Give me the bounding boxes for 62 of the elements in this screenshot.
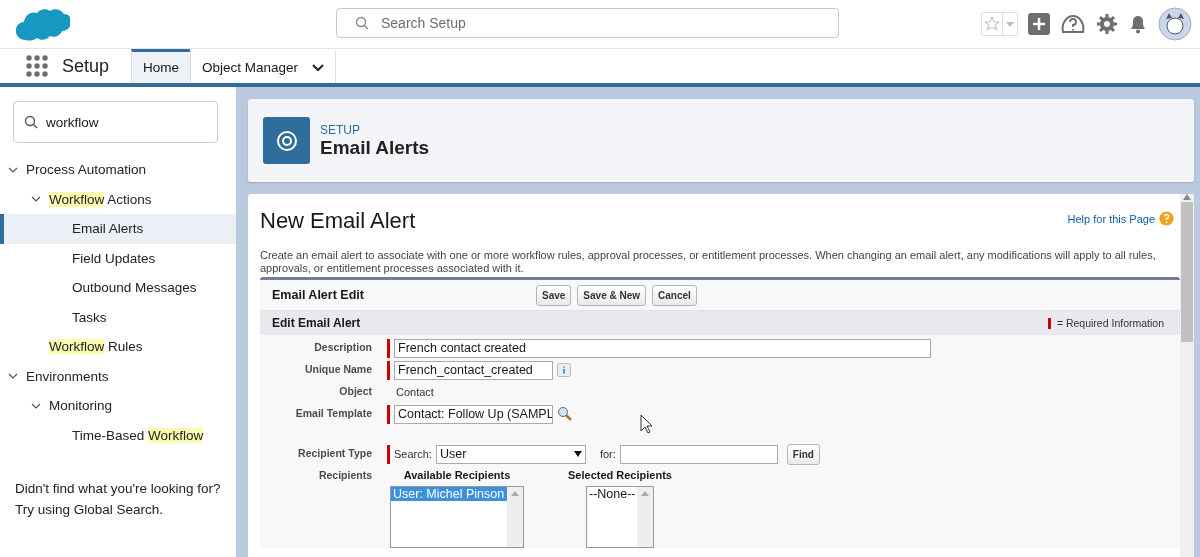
tree-item[interactable]: Monitoring <box>0 391 236 421</box>
list-title: Available Recipients <box>403 469 511 481</box>
search-icon <box>355 16 369 30</box>
tree-item[interactable]: Time-Based Workflow <box>0 420 236 450</box>
page-title: Email Alerts <box>320 136 430 159</box>
field-label: Email Template <box>294 406 372 419</box>
search-field[interactable]: Search Setup <box>336 8 839 38</box>
quick-find-field[interactable]: workflow <box>13 101 218 143</box>
tree-item[interactable]: Email Alerts <box>0 214 236 244</box>
list-box[interactable]: --None-- <box>585 486 654 548</box>
add-icon[interactable] <box>1028 13 1050 35</box>
help-icon[interactable] <box>1060 12 1086 36</box>
tree-item[interactable]: Workflow Actions <box>0 184 236 214</box>
search-icon[interactable] <box>557 406 573 422</box>
star-icon <box>984 16 1000 32</box>
dropdown[interactable]: User <box>435 444 586 464</box>
app-name: Setup <box>62 55 110 77</box>
search-icon <box>24 115 38 129</box>
tree-item[interactable]: Outbound Messages <box>0 273 236 303</box>
info-icon[interactable] <box>557 363 571 377</box>
caret-icon <box>573 451 582 457</box>
field-label: Description <box>313 340 372 353</box>
text-field[interactable]: French_contact_created <box>394 360 553 380</box>
intro-text: Create an email alert to associate with one or more workflow rules, approval processes, or entitlement processes. When changing an email alert, any modifications will apply to all rules, approvals, or entitlement processes associated with it. <box>260 249 1157 274</box>
field-label: Unique Name <box>303 362 372 375</box>
field-label: Recipients <box>317 468 372 481</box>
legend-text: = Required Information <box>1056 317 1164 329</box>
for-label: for: <box>599 448 616 460</box>
nav-tab[interactable]: Object Manager <box>190 49 337 83</box>
caret-icon <box>1006 21 1014 27</box>
help-link[interactable]: Help for this Page <box>1067 211 1174 226</box>
cursor-icon <box>640 414 653 434</box>
field-value: Contact <box>395 386 434 398</box>
search-label: Search: <box>394 448 432 460</box>
field-label: Recipient Type <box>297 446 372 459</box>
find-button[interactable]: Find <box>786 443 820 465</box>
block-title: Email Alert Edit <box>272 288 365 302</box>
scroll-up-icon[interactable] <box>1183 194 1191 200</box>
app-launcher-icon[interactable] <box>26 55 48 77</box>
required-marker <box>1047 317 1051 329</box>
form-button[interactable]: Save <box>536 284 572 306</box>
avatar-icon[interactable] <box>1158 7 1192 41</box>
form-button[interactable]: Cancel <box>652 284 697 306</box>
chevron-icon[interactable] <box>312 63 325 72</box>
field-label: Object <box>338 384 372 397</box>
list-title: Selected Recipients <box>568 469 672 481</box>
tree-item[interactable]: Field Updates <box>0 243 236 273</box>
tree-item[interactable]: Tasks <box>0 302 236 332</box>
bell-icon[interactable] <box>1128 13 1148 35</box>
form-button[interactable]: Save & New <box>577 284 647 306</box>
scrollbar[interactable] <box>1180 194 1194 557</box>
text-field[interactable]: French contact created <box>394 338 931 358</box>
text-field[interactable] <box>619 444 778 464</box>
list-option[interactable]: --None-- <box>586 487 637 501</box>
tree-item[interactable]: Environments <box>0 361 236 391</box>
tree-item[interactable]: Workflow Rules <box>0 332 236 362</box>
form-title: New Email Alert <box>260 208 416 234</box>
tree-item[interactable]: Process Automation <box>0 155 236 185</box>
page-eyebrow: SETUP <box>320 122 361 137</box>
help-text: Didn't find what you're looking for? Try using Global Search. <box>15 480 222 519</box>
nav-tab[interactable]: Home <box>131 49 191 83</box>
section-title: Edit Email Alert <box>272 316 361 330</box>
